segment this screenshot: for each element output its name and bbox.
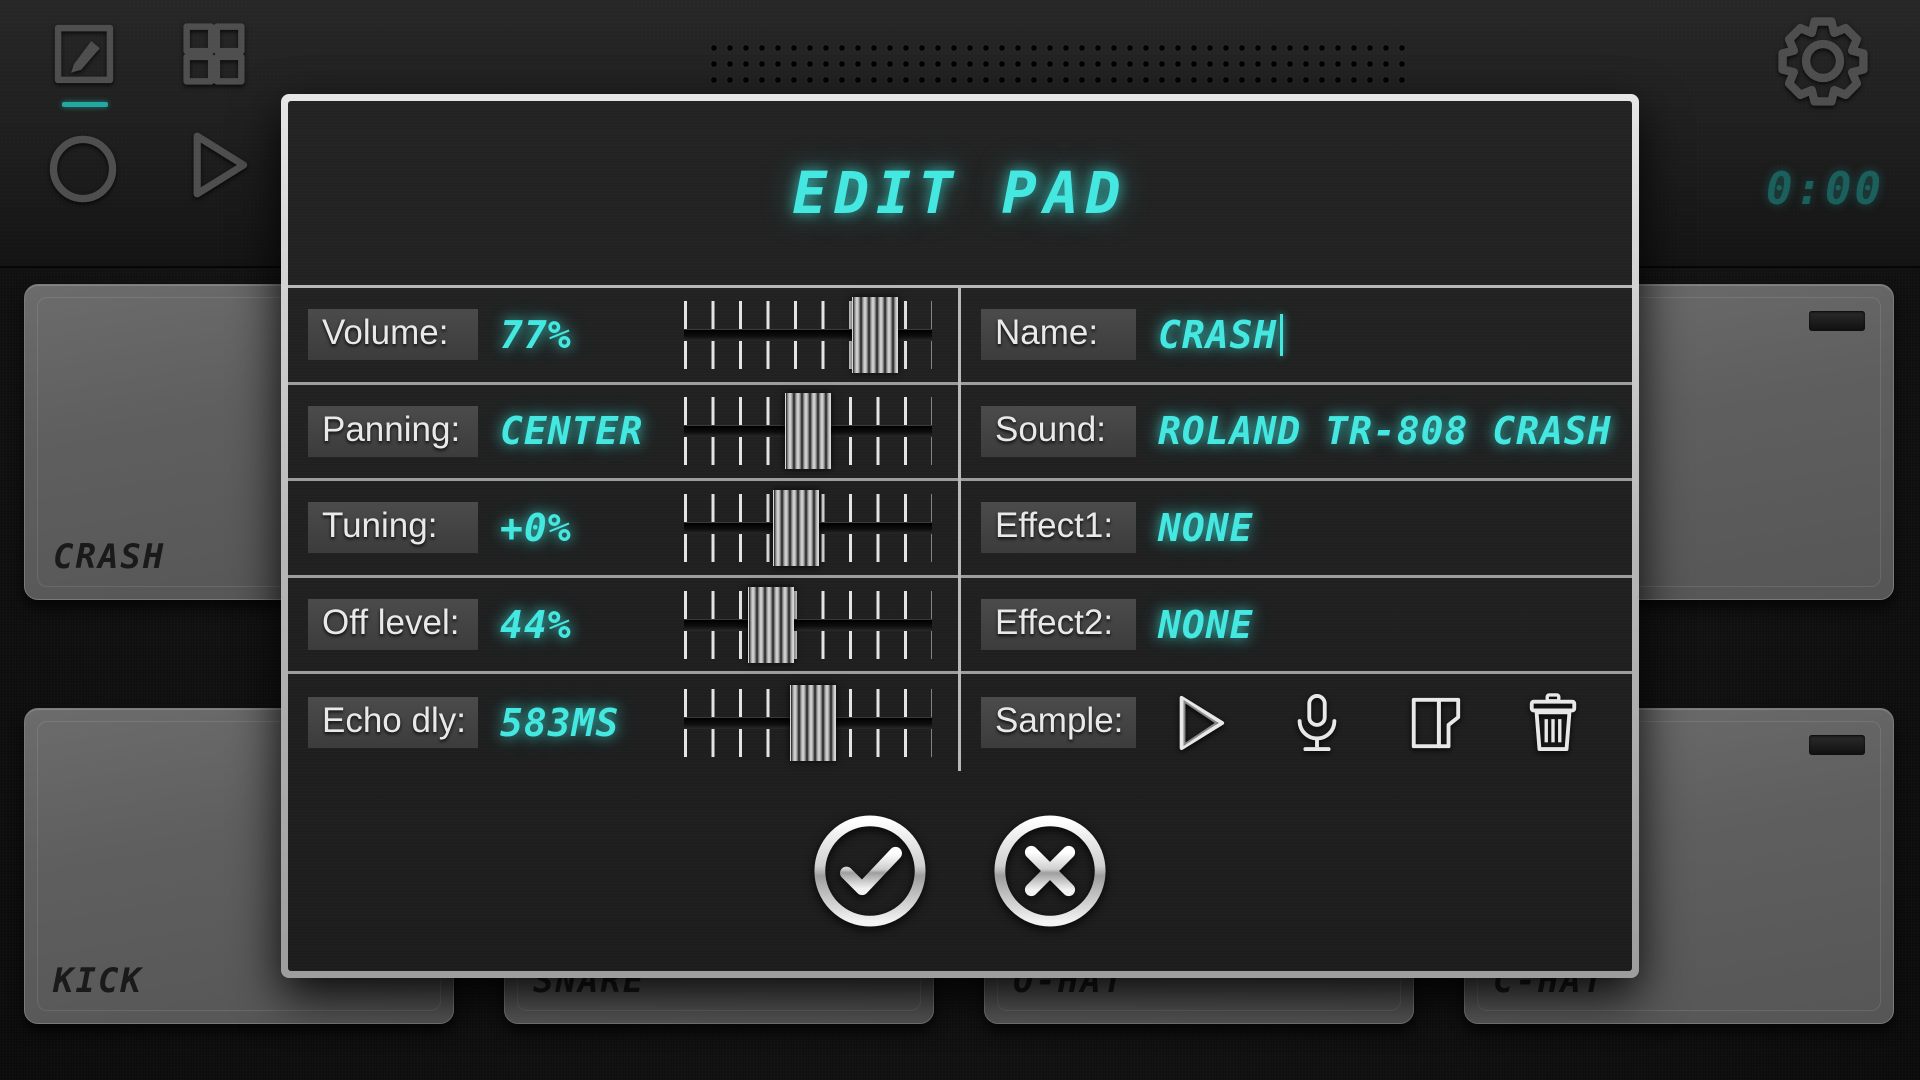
off-level-slider[interactable] [684, 586, 932, 663]
dialog-body: EDIT PAD Volume: 77% Panning: CENTER Tun… [288, 101, 1632, 971]
dialog-footer [288, 771, 1632, 971]
volume-slider[interactable] [684, 296, 932, 373]
dialog-header: EDIT PAD [288, 101, 1632, 288]
row-sample: Sample: [961, 674, 1632, 771]
volume-value: 77% [500, 312, 572, 357]
record-tool-icon[interactable] [42, 128, 124, 210]
name-value: CRASH [1158, 312, 1278, 357]
speaker-grille [706, 40, 1406, 88]
tuning-value: +0% [500, 505, 572, 550]
pad-label: CRASH [53, 537, 166, 577]
panning-label: Panning: [308, 405, 478, 457]
row-effect2[interactable]: Effect2: NONE [961, 578, 1632, 675]
tuning-slider[interactable] [684, 489, 932, 566]
slider-thumb[interactable] [789, 684, 836, 761]
app-root: 0:00 CRASH KICK SNARE O-HAT C-HAT EDIT P… [0, 0, 1920, 1080]
slider-thumb[interactable] [785, 393, 831, 470]
microphone-icon[interactable] [1288, 692, 1346, 754]
volume-label: Volume: [308, 309, 478, 361]
play-icon[interactable] [1170, 692, 1228, 754]
off-level-value: 44% [500, 602, 572, 647]
effect2-label: Effect2: [981, 599, 1136, 651]
text-parameters-column: Name: CRASH Sound: ROLAND TR-808 CRASH E… [961, 288, 1632, 771]
slider-track [684, 618, 932, 631]
pad-label: KICK [53, 961, 143, 1001]
trash-icon[interactable] [1524, 692, 1582, 754]
tuning-label: Tuning: [308, 502, 478, 554]
panning-value: CENTER [500, 409, 644, 454]
settings-gear-icon[interactable] [1776, 14, 1870, 108]
echo-delay-slider[interactable] [684, 684, 932, 761]
echo-delay-value: 583MS [500, 700, 620, 745]
sound-value[interactable]: ROLAND TR-808 CRASH [1158, 409, 1612, 453]
dialog-title: EDIT PAD [792, 159, 1128, 227]
name-label: Name: [981, 309, 1136, 361]
play-tool-icon[interactable] [178, 125, 258, 205]
open-file-icon[interactable] [1406, 692, 1464, 754]
row-tuning[interactable]: Tuning: +0% [288, 481, 958, 578]
row-off-level[interactable]: Off level: 44% [288, 578, 958, 675]
edit-pad-dialog: EDIT PAD Volume: 77% Panning: CENTER Tun… [281, 94, 1639, 978]
sound-label: Sound: [981, 405, 1136, 457]
edit-pad-tool-icon[interactable] [48, 18, 120, 90]
row-name[interactable]: Name: CRASH [961, 288, 1632, 385]
slider-thumb[interactable] [772, 489, 819, 566]
slider-thumb[interactable] [747, 586, 794, 663]
sample-label: Sample: [981, 697, 1136, 749]
pad-led [1809, 311, 1865, 331]
slider-thumb[interactable] [851, 296, 898, 373]
transport-timer: 0:00 [1766, 164, 1884, 215]
text-caret [1280, 313, 1284, 356]
effect1-label: Effect1: [981, 502, 1136, 554]
grid-tool-icon[interactable] [178, 18, 250, 90]
row-panning[interactable]: Panning: CENTER [288, 385, 958, 482]
effect2-value[interactable]: NONE [1158, 603, 1254, 647]
slider-parameters-column: Volume: 77% Panning: CENTER Tuning: +0% … [288, 288, 961, 771]
panning-slider[interactable] [684, 393, 932, 470]
row-volume[interactable]: Volume: 77% [288, 288, 958, 385]
name-field[interactable]: CRASH [1158, 312, 1284, 357]
row-sound[interactable]: Sound: ROLAND TR-808 CRASH [961, 385, 1632, 482]
row-echo-delay[interactable]: Echo dly: 583MS [288, 674, 958, 771]
row-effect1[interactable]: Effect1: NONE [961, 481, 1632, 578]
active-tool-indicator [62, 102, 108, 107]
cancel-button[interactable] [991, 812, 1109, 930]
off-level-label: Off level: [308, 599, 478, 651]
confirm-button[interactable] [811, 812, 929, 930]
parameters-grid: Volume: 77% Panning: CENTER Tuning: +0% … [288, 288, 1632, 771]
effect1-value[interactable]: NONE [1158, 506, 1254, 550]
sample-actions [1170, 692, 1582, 754]
echo-delay-label: Echo dly: [308, 697, 478, 749]
pad-led [1809, 735, 1865, 755]
